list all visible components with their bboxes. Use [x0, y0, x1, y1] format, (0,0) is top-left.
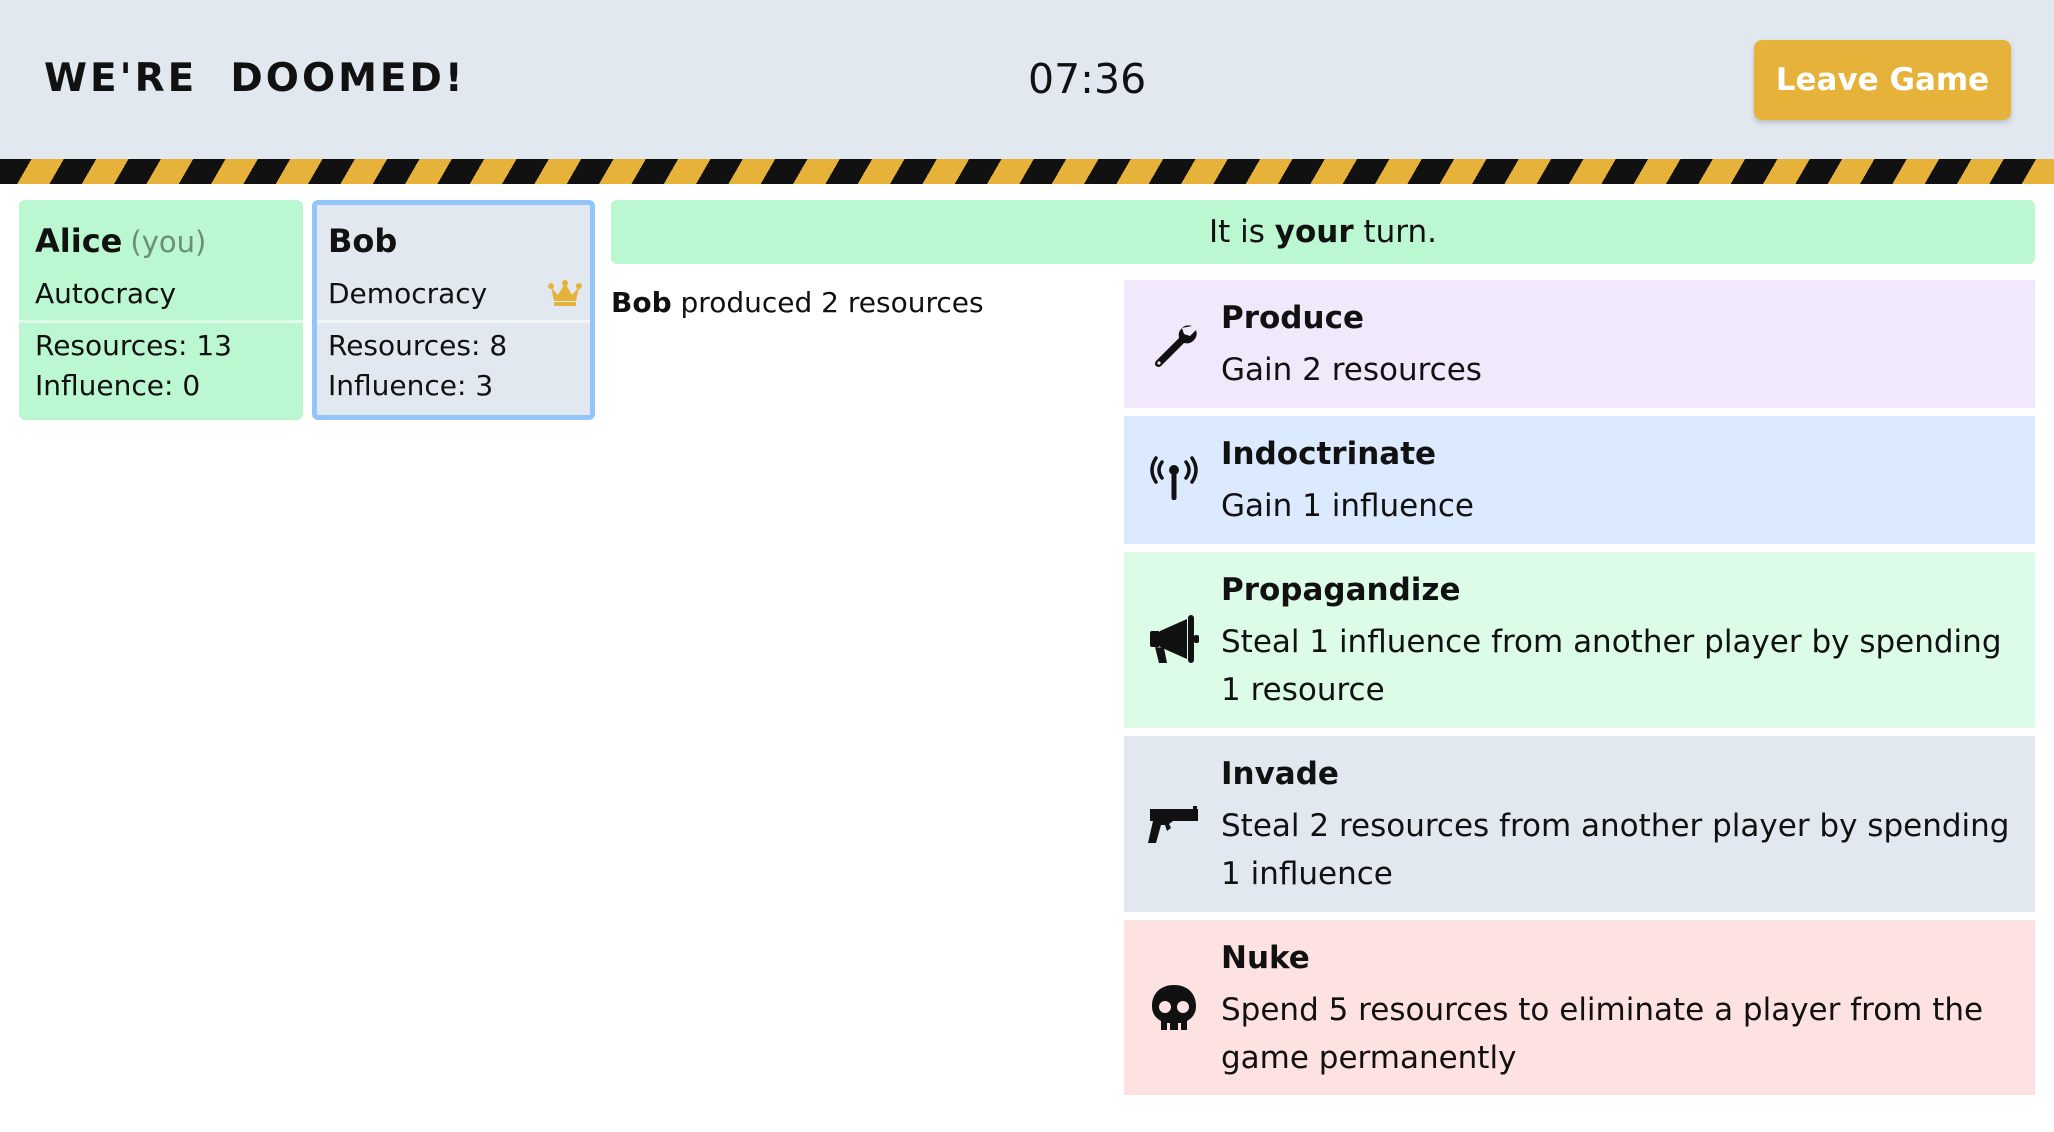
action-invade[interactable]: Invade Steal 2 resources from another pl… [1124, 736, 2035, 912]
action-indoctrinate[interactable]: Indoctrinate Gain 1 influence [1124, 416, 2035, 544]
action-title: Propagandize [1221, 572, 1461, 608]
turn-banner: It is your turn. [611, 200, 2035, 264]
player-card-bob[interactable]: Bob Democracy Resources: 8 Influence: 3 [312, 200, 595, 420]
hazard-stripe [0, 159, 2054, 184]
wrench-icon [1146, 316, 1202, 372]
game-title: WE'RE DOOMED! [44, 56, 466, 101]
you-tag: (you) [130, 225, 207, 259]
antenna-icon [1146, 452, 1202, 508]
action-title: Indoctrinate [1221, 436, 1437, 472]
megaphone-icon [1146, 612, 1202, 668]
turn-emphasis: your [1274, 214, 1354, 250]
action-title: Produce [1221, 300, 1364, 336]
skull-icon [1146, 980, 1202, 1036]
divider [317, 320, 590, 323]
action-description: Steal 1 influence from another player by… [1221, 624, 2002, 708]
turn-prefix: It is [1208, 214, 1275, 250]
player-name: Alice [35, 222, 123, 260]
player-card-alice: Alice (you) Autocracy Resources: 13 Influ… [19, 200, 303, 420]
crown-icon [548, 280, 582, 306]
leave-game-button[interactable]: Leave Game [1754, 40, 2011, 120]
gun-icon [1146, 796, 1202, 852]
action-title: Invade [1221, 756, 1339, 792]
player-name: Bob [328, 222, 398, 260]
influence-count: Influence: 3 [328, 369, 494, 402]
government-type: Democracy [328, 277, 488, 310]
action-title: Nuke [1221, 940, 1310, 976]
resources-count: Resources: 13 [35, 329, 232, 362]
log-text: produced 2 resources [671, 286, 984, 319]
game-timer: 07:36 [1028, 55, 1147, 103]
action-nuke[interactable]: Nuke Spend 5 resources to eliminate a pl… [1124, 920, 2035, 1095]
influence-count: Influence: 0 [35, 369, 201, 402]
action-description: Spend 5 resources to eliminate a player … [1221, 992, 1984, 1076]
turn-suffix: turn. [1353, 214, 1437, 250]
divider [19, 320, 303, 323]
log-entry: Bob produced 2 resources [611, 286, 984, 319]
top-bar: WE'RE DOOMED! 07:36 Leave Game [0, 0, 2054, 159]
action-propagandize[interactable]: Propagandize Steal 1 influence from anot… [1124, 552, 2035, 728]
government-type: Autocracy [35, 277, 177, 310]
resources-count: Resources: 8 [328, 329, 508, 362]
action-description: Steal 2 resources from another player by… [1221, 808, 2010, 892]
action-description: Gain 1 influence [1221, 488, 1474, 524]
action-description: Gain 2 resources [1221, 352, 1482, 388]
action-produce[interactable]: Produce Gain 2 resources [1124, 280, 2035, 408]
log-actor: Bob [611, 286, 672, 319]
